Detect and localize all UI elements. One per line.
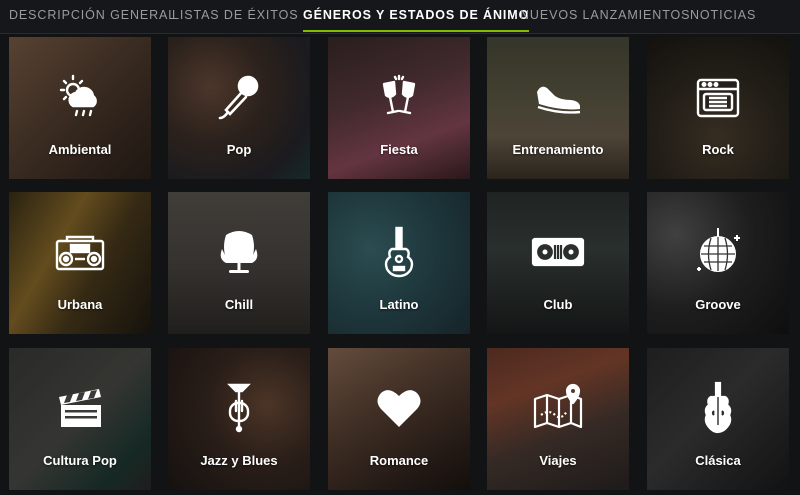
trumpet-icon <box>212 381 266 435</box>
genre-label: Viajes <box>539 453 577 468</box>
tab-listas-de-exitos[interactable]: LISTAS DE ÉXITOS <box>172 0 298 33</box>
genre-label: Rock <box>702 142 734 157</box>
genre-label: Entrenamiento <box>512 142 604 157</box>
violin-icon <box>691 381 745 435</box>
tab-descripcion-general[interactable]: DESCRIPCIÓN GENERAL <box>9 0 176 33</box>
sneaker-icon <box>531 70 585 124</box>
disco-ball-icon <box>691 225 745 279</box>
microphone-icon <box>212 70 266 124</box>
genre-tile-fiesta[interactable]: Fiesta <box>328 37 470 179</box>
genre-label: Romance <box>369 453 429 468</box>
genre-label: Pop <box>226 142 252 157</box>
weather-sun-cloud-rain-icon <box>53 70 107 124</box>
genre-grid: Ambiental Pop Fiesta Entrenamiento Rock … <box>0 34 800 495</box>
turntables-icon <box>531 225 585 279</box>
genre-label: Latino <box>379 297 419 312</box>
genre-label: Clásica <box>695 453 741 468</box>
clapperboard-icon <box>53 381 107 435</box>
genre-tile-clasica[interactable]: Clásica <box>647 348 789 490</box>
genre-label: Fiesta <box>380 142 418 157</box>
genre-tile-romance[interactable]: Romance <box>328 348 470 490</box>
genre-tile-chill[interactable]: Chill <box>168 192 310 334</box>
genre-label: Jazz y Blues <box>200 453 278 468</box>
genre-tile-cultura-pop[interactable]: Cultura Pop <box>9 348 151 490</box>
genre-tile-jazz-y-blues[interactable]: Jazz y Blues <box>168 348 310 490</box>
genre-tile-groove[interactable]: Groove <box>647 192 789 334</box>
genre-label: Urbana <box>57 297 103 312</box>
boombox-icon <box>53 225 107 279</box>
genre-label: Club <box>543 297 573 312</box>
map-pin-icon <box>531 381 585 435</box>
tab-nuevos-lanzamientos[interactable]: NUEVOS LANZAMIENTOS <box>520 0 690 33</box>
category-tab-bar: DESCRIPCIÓN GENERAL LISTAS DE ÉXITOS GÉN… <box>0 0 800 34</box>
heart-icon <box>372 381 426 435</box>
genre-tile-club[interactable]: Club <box>487 192 629 334</box>
tab-generos-y-estados-de-animo[interactable]: GÉNEROS Y ESTADOS DE ÁNIMO <box>303 0 530 33</box>
genre-label: Groove <box>695 297 741 312</box>
genre-tile-entrenamiento[interactable]: Entrenamiento <box>487 37 629 179</box>
tab-noticias[interactable]: NOTICIAS <box>690 0 756 33</box>
genre-tile-viajes[interactable]: Viajes <box>487 348 629 490</box>
egg-chair-icon <box>212 225 266 279</box>
genre-label: Ambiental <box>48 142 112 157</box>
genre-tile-ambiental[interactable]: Ambiental <box>9 37 151 179</box>
genre-label: Cultura Pop <box>43 453 117 468</box>
guitar-icon <box>372 225 426 279</box>
genre-tile-urbana[interactable]: Urbana <box>9 192 151 334</box>
champagne-glasses-icon <box>372 70 426 124</box>
genre-tile-rock[interactable]: Rock <box>647 37 789 179</box>
genre-label: Chill <box>224 297 254 312</box>
genre-tile-pop[interactable]: Pop <box>168 37 310 179</box>
amplifier-icon <box>691 70 745 124</box>
genre-tile-latino[interactable]: Latino <box>328 192 470 334</box>
